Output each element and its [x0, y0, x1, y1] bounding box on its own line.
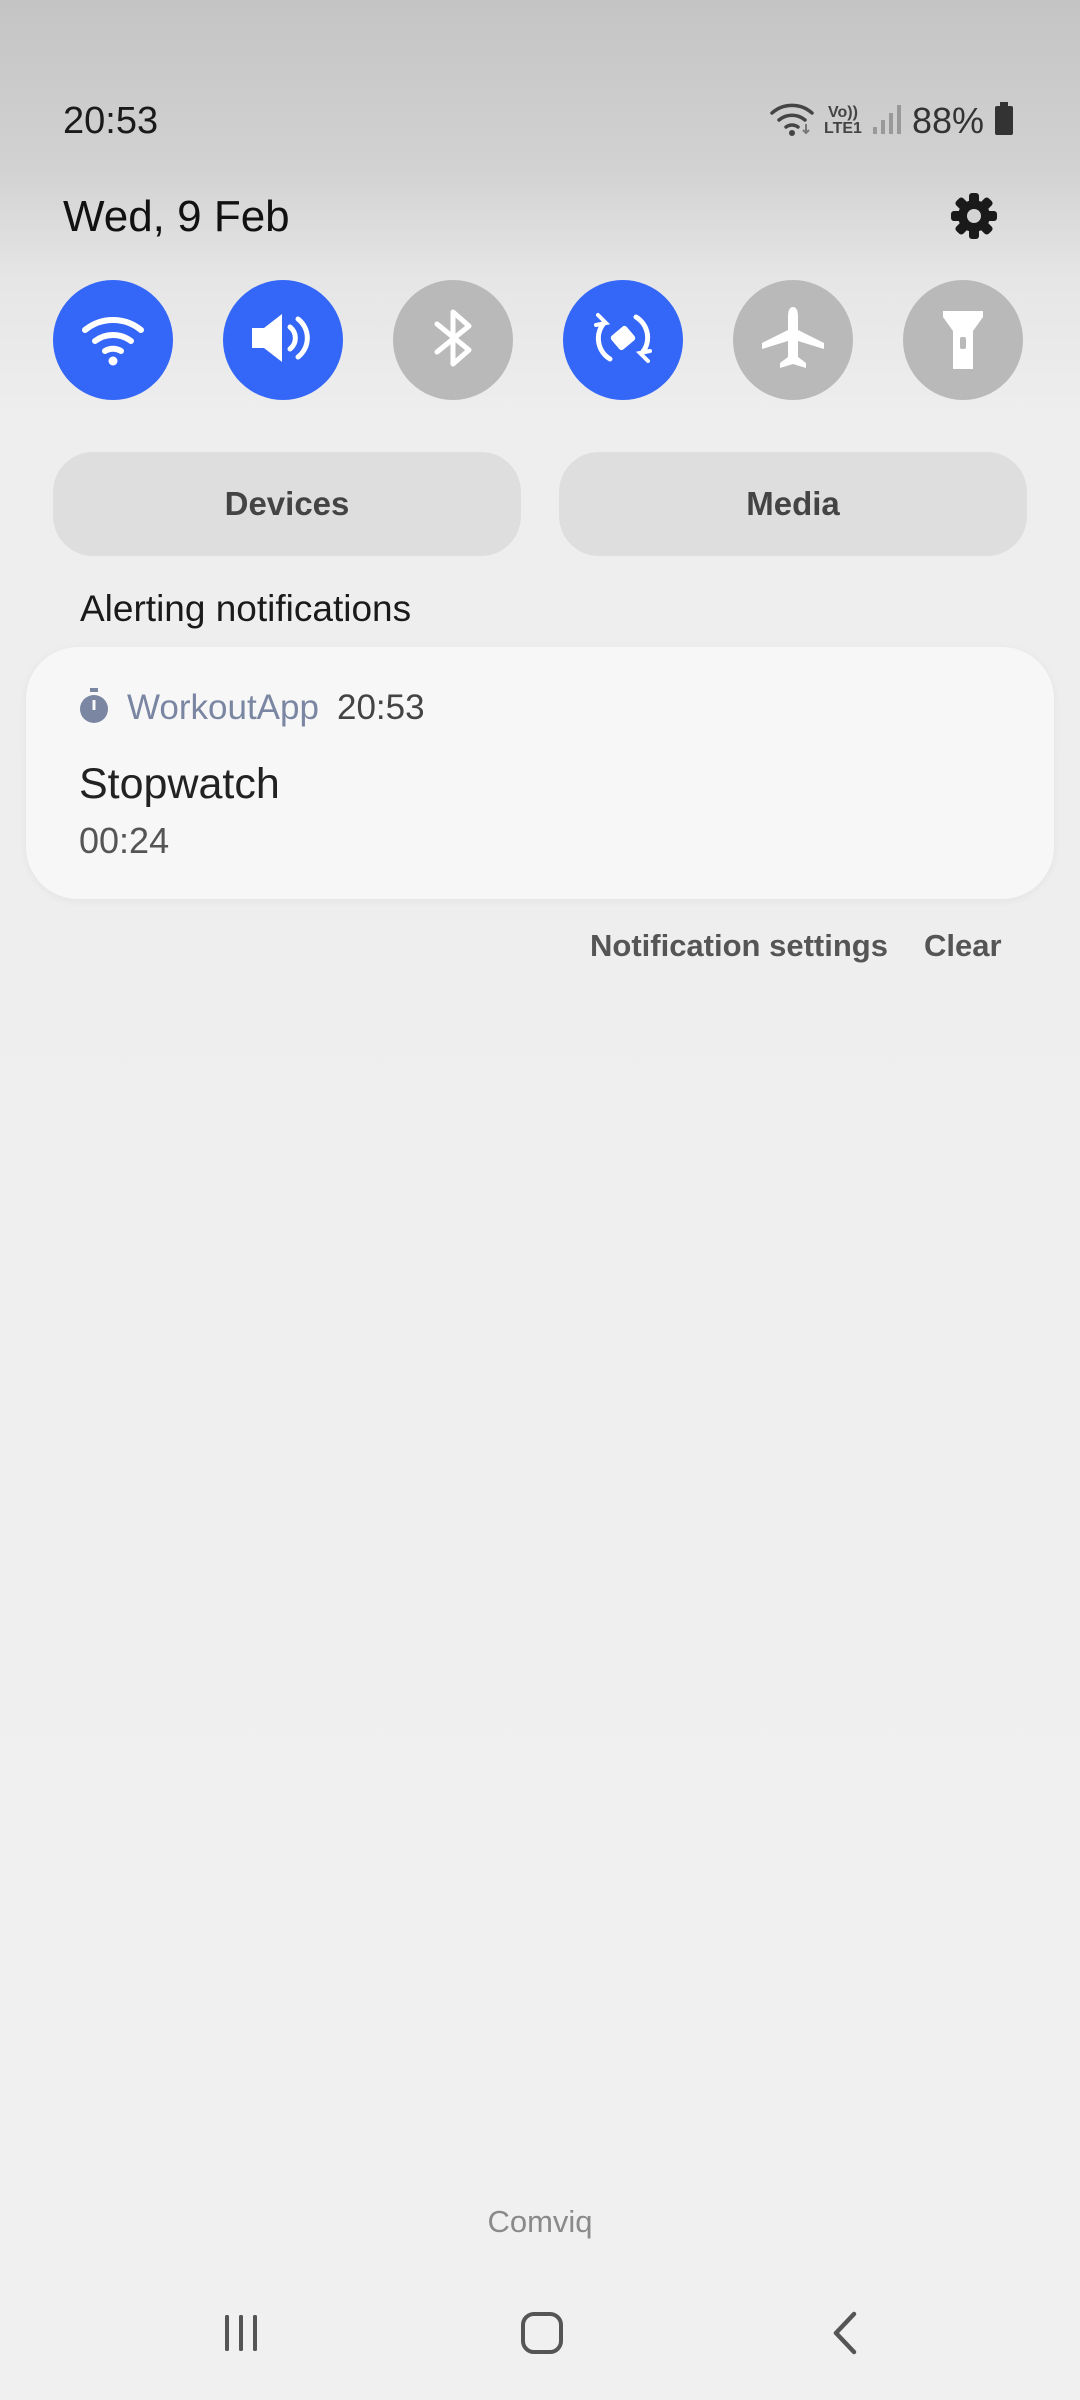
back-icon — [830, 2311, 860, 2360]
status-icons: Vo)) LTE1 88% — [770, 100, 1014, 142]
bluetooth-icon — [431, 306, 475, 375]
wifi-icon — [81, 310, 145, 371]
notification-app-name: WorkoutApp — [127, 688, 319, 727]
back-button[interactable] — [795, 2300, 895, 2370]
settings-button[interactable] — [944, 188, 1004, 248]
devices-button[interactable]: Devices — [53, 452, 521, 556]
speaker-icon — [248, 308, 318, 373]
notification-settings-button[interactable]: Notification settings — [590, 928, 888, 964]
notification-title: Stopwatch — [79, 760, 280, 808]
media-button[interactable]: Media — [559, 452, 1027, 556]
status-time: 20:53 — [63, 100, 159, 142]
battery-percent: 88% — [911, 100, 984, 141]
clear-button[interactable]: Clear — [924, 928, 1002, 964]
airplane-icon — [758, 303, 828, 378]
volte-label: Vo)) — [828, 104, 858, 121]
flashlight-icon — [939, 303, 987, 378]
recents-button[interactable] — [191, 2300, 291, 2370]
stopwatch-icon — [78, 688, 110, 724]
auto-rotate-toggle[interactable] — [563, 280, 683, 400]
lte-label: LTE1 — [824, 120, 862, 137]
sound-toggle[interactable] — [223, 280, 343, 400]
airplane-mode-toggle[interactable] — [733, 280, 853, 400]
volte-lte-icon: Vo)) LTE1 — [824, 105, 862, 137]
notification-time: 20:53 — [337, 688, 425, 727]
home-button[interactable] — [492, 2300, 592, 2370]
bluetooth-toggle[interactable] — [393, 280, 513, 400]
battery-icon — [994, 101, 1014, 141]
wifi-toggle[interactable] — [53, 280, 173, 400]
wifi-signal-icon — [770, 102, 814, 141]
flashlight-toggle[interactable] — [903, 280, 1023, 400]
date-label: Wed, 9 Feb — [63, 192, 290, 241]
section-title: Alerting notifications — [80, 588, 412, 629]
notification-text: 00:24 — [79, 820, 170, 861]
recents-icon — [221, 2313, 261, 2358]
carrier-label: Comviq — [487, 2204, 593, 2239]
cell-signal-icon — [872, 103, 902, 140]
home-icon — [520, 2311, 564, 2360]
gear-icon — [950, 192, 998, 245]
rotate-icon — [590, 305, 656, 376]
